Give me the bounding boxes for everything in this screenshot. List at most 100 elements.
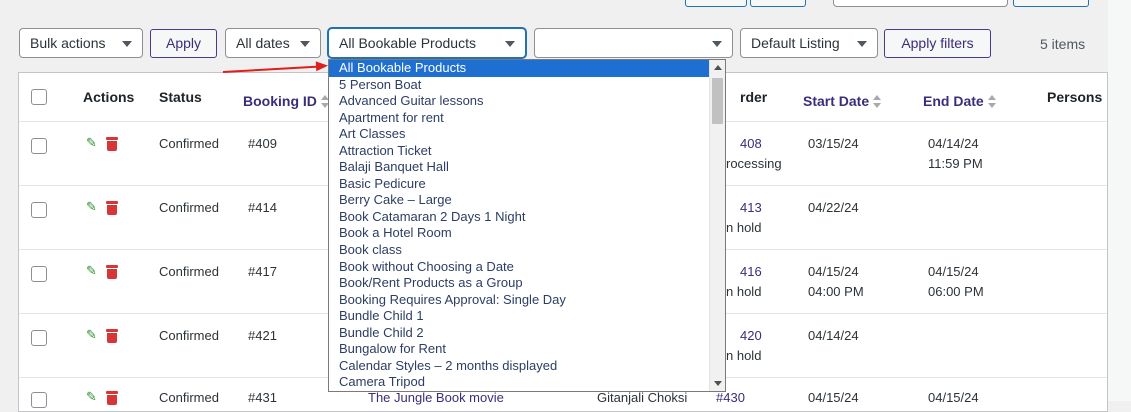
bookable-product-select[interactable]: All Bookable Products	[328, 28, 526, 58]
bookable-product-label: All Bookable Products	[339, 35, 476, 51]
row-status: Confirmed	[159, 390, 219, 405]
row-status: Confirmed	[159, 136, 219, 151]
dropdown-option[interactable]: Book/Rent Products as a Group	[329, 275, 725, 292]
column-end-date-label: End Date	[923, 93, 984, 109]
row-start-date: 04/14/24	[808, 328, 859, 343]
row-booking-id: #421	[248, 328, 277, 343]
column-actions: Actions	[83, 89, 135, 105]
row-order-status: n hold	[726, 284, 762, 299]
bulk-actions-select[interactable]: Bulk actions	[19, 28, 143, 58]
row-booking-id: #431	[248, 390, 277, 405]
row-end-time: 11:59 PM	[928, 156, 983, 171]
top-button-2[interactable]	[750, 0, 806, 7]
row-start-date: 03/15/24	[808, 136, 859, 151]
apply-button[interactable]: Apply	[150, 29, 217, 58]
pencil-icon[interactable]: ✎	[86, 327, 97, 343]
row-booking-id: #417	[248, 264, 277, 279]
dropdown-option[interactable]: Apartment for rent	[329, 110, 725, 127]
dates-select[interactable]: All dates	[225, 28, 321, 58]
scroll-thumb[interactable]	[712, 78, 723, 124]
dropdown-option[interactable]: Bundle Child 2	[329, 325, 725, 342]
column-status: Status	[159, 89, 202, 105]
dropdown-option[interactable]: Book class	[329, 242, 725, 259]
select-all-checkbox[interactable]	[31, 89, 47, 105]
row-end-date: 04/14/24	[928, 136, 979, 151]
trash-icon[interactable]	[106, 137, 118, 151]
trash-icon[interactable]	[106, 329, 118, 343]
column-start-date-label: Start Date	[803, 93, 870, 109]
row-order-link[interactable]: 408	[740, 134, 762, 154]
chevron-down-icon	[122, 41, 132, 47]
sort-arrows-icon	[987, 95, 996, 109]
row-order-status: n hold	[726, 348, 762, 363]
dropdown-option[interactable]: Camera Tripod	[329, 374, 725, 391]
dates-label: All dates	[236, 35, 290, 51]
scroll-up-icon[interactable]	[714, 65, 722, 70]
row-checkbox[interactable]	[31, 330, 47, 346]
row-start-date: 04/22/24	[808, 200, 859, 215]
right-margin	[1108, 0, 1131, 401]
dropdown-option[interactable]: Book Catamaran 2 Days 1 Night	[329, 209, 725, 226]
row-booking-id: #414	[248, 200, 277, 215]
dropdown-option[interactable]: Balaji Banquet Hall	[329, 159, 725, 176]
dropdown-option[interactable]: Book without Choosing a Date	[329, 259, 725, 276]
pencil-icon[interactable]: ✎	[86, 135, 97, 151]
row-order-status: rocessing	[726, 156, 782, 171]
dropdown-option[interactable]: 5 Person Boat	[329, 77, 725, 94]
chevron-down-icon	[712, 41, 722, 47]
listing-label: Default Listing	[751, 35, 840, 51]
dropdown-option[interactable]: Art Classes	[329, 126, 725, 143]
dropdown-option[interactable]: Advanced Guitar lessons	[329, 93, 725, 110]
row-checkbox[interactable]	[31, 266, 47, 282]
row-end-date: 04/15/24	[928, 390, 979, 405]
search-input[interactable]	[833, 0, 1008, 7]
dropdown-scrollbar[interactable]	[709, 60, 725, 391]
search-button[interactable]	[1013, 0, 1089, 7]
annotation-arrow-head	[315, 60, 329, 72]
dropdown-option[interactable]: Basic Pedicure	[329, 176, 725, 193]
row-order-link[interactable]: 416	[740, 262, 762, 282]
column-end-date[interactable]: End Date	[923, 93, 996, 109]
trash-icon[interactable]	[106, 391, 118, 405]
dropdown-option[interactable]: Berry Cake – Large	[329, 192, 725, 209]
pencil-icon[interactable]: ✎	[86, 199, 97, 215]
column-persons: Persons	[1047, 89, 1103, 105]
pencil-icon[interactable]: ✎	[86, 263, 97, 279]
dropdown-option[interactable]: Booking Requires Approval: Single Day	[329, 292, 725, 309]
listing-select[interactable]: Default Listing	[740, 28, 878, 58]
dropdown-option[interactable]: All Bookable Products	[329, 60, 725, 77]
chevron-down-icon	[857, 41, 867, 47]
row-status: Confirmed	[159, 264, 219, 279]
apply-filters-button[interactable]: Apply filters	[884, 29, 991, 58]
dropdown-option[interactable]: Calendar Styles – 2 months displayed	[329, 358, 725, 375]
column-booking-id[interactable]: Booking ID	[243, 93, 329, 109]
top-button-1[interactable]	[685, 0, 747, 7]
chevron-down-icon	[505, 41, 515, 47]
row-end-time: 06:00 PM	[928, 284, 984, 299]
dropdown-option[interactable]: Bundle Child 1	[329, 308, 725, 325]
row-start-time: 04:00 PM	[808, 284, 864, 299]
pencil-icon[interactable]: ✎	[86, 389, 97, 405]
row-order-link[interactable]: 413	[740, 198, 762, 218]
column-start-date[interactable]: Start Date	[803, 93, 882, 109]
trash-icon[interactable]	[106, 265, 118, 279]
column-booking-id-label: Booking ID	[243, 93, 317, 109]
row-checkbox[interactable]	[31, 392, 47, 408]
scroll-down-icon[interactable]	[714, 381, 722, 386]
dropdown-option[interactable]: Book a Hotel Room	[329, 225, 725, 242]
row-status: Confirmed	[159, 328, 219, 343]
row-checkbox[interactable]	[31, 202, 47, 218]
secondary-filter-select[interactable]	[534, 28, 733, 58]
dropdown-option[interactable]: Bungalow for Rent	[329, 341, 725, 358]
column-order: rder	[740, 89, 768, 105]
items-count: 5 items	[1040, 36, 1086, 52]
bulk-actions-label: Bulk actions	[30, 35, 106, 51]
row-order-link[interactable]: 420	[740, 326, 762, 346]
dropdown-options: All Bookable Products 5 Person Boat Advanc…	[329, 60, 725, 391]
bookable-products-dropdown[interactable]: All Bookable Products 5 Person Boat Advanc…	[328, 59, 726, 392]
trash-icon[interactable]	[106, 201, 118, 215]
dropdown-option[interactable]: Attraction Ticket	[329, 143, 725, 160]
row-booking-id: #409	[248, 136, 277, 151]
row-start-date: 04/15/24	[808, 390, 859, 405]
row-checkbox[interactable]	[31, 138, 47, 154]
